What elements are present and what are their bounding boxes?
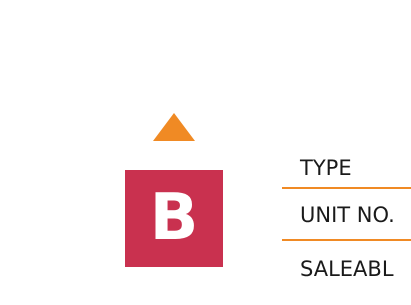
info-row-saleable: SALEABL xyxy=(300,257,394,281)
unit-info-table: TYPE UNIT NO. SALEABL xyxy=(282,148,411,291)
arrow-up-icon xyxy=(153,113,195,141)
unit-type-badge: B xyxy=(125,170,223,267)
info-row-unit-no: UNIT NO. xyxy=(282,189,411,241)
info-row-type: TYPE xyxy=(282,148,411,189)
